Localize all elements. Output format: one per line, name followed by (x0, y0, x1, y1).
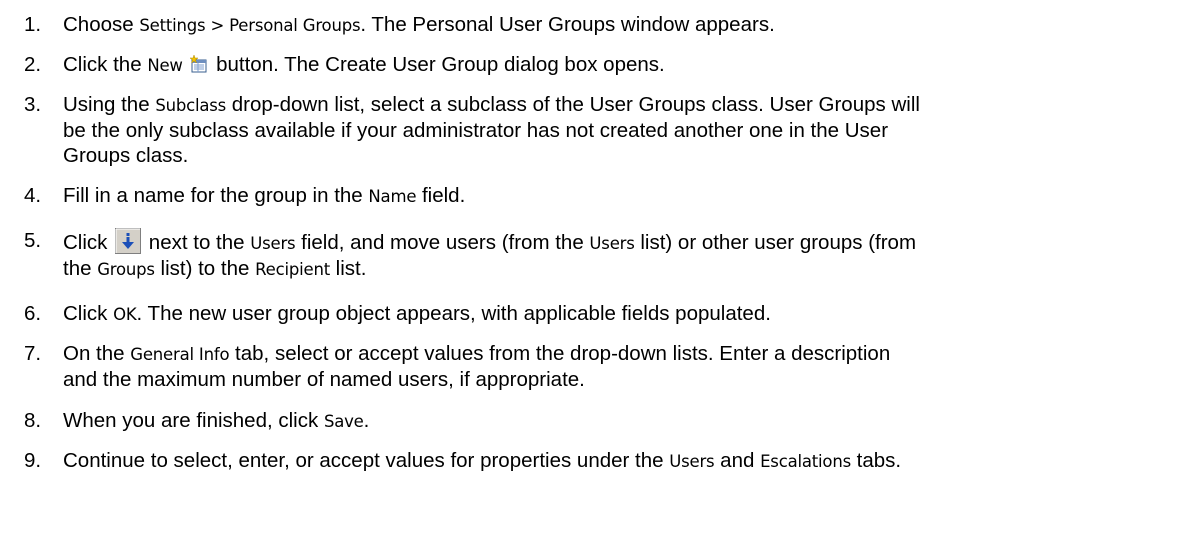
step-text-segment: Fill in a name for the group in the (63, 184, 369, 207)
step-text-segment: be the only subclass available if your a… (63, 119, 889, 142)
instruction-list: 1. Choose Settings > Personal Groups. Th… (0, 0, 1186, 550)
step-text: When you are finished, click Save. (63, 408, 1178, 434)
step-text-segment: list) to the (154, 257, 256, 280)
step-text: Using the Subclass drop-down list, selec… (63, 92, 1178, 168)
new-group-icon (190, 55, 208, 73)
step-number: 7. (24, 342, 42, 365)
ui-term: Groups (97, 260, 155, 279)
step-text-segment: field. (416, 184, 466, 207)
move-down-arrow-icon (115, 228, 142, 254)
ui-term: Save (323, 412, 364, 431)
step-number: 9. (24, 449, 42, 472)
ui-term: Users (589, 234, 635, 253)
step-text-segment: list. (329, 257, 367, 280)
step-text-segment (183, 53, 189, 76)
ui-term: General Info (130, 345, 230, 364)
step-text-segment: Choose (63, 13, 140, 36)
step-text-segment: tab, select or accept values from the dr… (229, 342, 891, 365)
step-text-segment: and the maximum number of named users, i… (63, 368, 585, 391)
step-text-segment: Click (63, 302, 114, 325)
step-text: Click OK. The new user group object appe… (63, 301, 1178, 327)
step-text: Fill in a name for the group in the Name… (63, 183, 1178, 209)
step-text-segment: button. The Create User Group dialog box… (210, 53, 665, 76)
ui-term: Users (250, 234, 296, 253)
step-text-segment: tabs. (850, 449, 902, 472)
step-text-segment: Click the (63, 53, 148, 76)
step-text: On the General Info tab, select or accep… (63, 341, 1178, 392)
ui-term: New (147, 56, 183, 75)
step-number: 5. (24, 229, 42, 252)
step-text-segment: the (63, 257, 98, 280)
step-text: Choose Settings > Personal Groups. The P… (63, 12, 1178, 38)
step-text-segment: Groups class. (63, 144, 189, 167)
step-text-segment: Continue to select, enter, or accept val… (63, 449, 670, 472)
ui-term: Recipient (255, 260, 330, 279)
step-text-segment: Using the (63, 93, 156, 116)
step-text-segment: . (363, 409, 370, 432)
step-text-segment: field, and move users (from the (295, 231, 590, 254)
step-number: 1. (24, 13, 42, 36)
step-text: Continue to select, enter, or accept val… (63, 448, 1178, 474)
step-text: Click the New button. The Create User Gr… (63, 52, 1178, 78)
step-text-segment: and (714, 449, 761, 472)
step-text-segment: When you are finished, click (63, 409, 324, 432)
step-text-segment: drop-down list, select a subclass of the… (226, 93, 920, 116)
step-text-segment: next to the (143, 231, 251, 254)
step-number: 3. (24, 93, 42, 116)
step-text-segment: . The Personal User Groups window appear… (360, 13, 775, 36)
step-text-segment: Click (63, 231, 114, 254)
step-number: 8. (24, 409, 42, 432)
step-number: 4. (24, 184, 42, 207)
ui-term: Settings > Personal Groups (139, 16, 361, 35)
ui-term: OK (113, 305, 137, 324)
step-text: Click next to the Users field, and move … (63, 228, 1178, 282)
step-number: 2. (24, 53, 42, 76)
step-text-segment: list) or other user groups (from (634, 231, 917, 254)
ui-term: Subclass (155, 96, 227, 115)
ui-term: Escalations (760, 452, 851, 471)
ui-term: Users (669, 452, 715, 471)
step-text-segment: . The new user group object appears, wit… (136, 302, 771, 325)
step-number: 6. (24, 302, 42, 325)
ui-term: Name (368, 187, 417, 206)
step-text-segment: On the (63, 342, 131, 365)
